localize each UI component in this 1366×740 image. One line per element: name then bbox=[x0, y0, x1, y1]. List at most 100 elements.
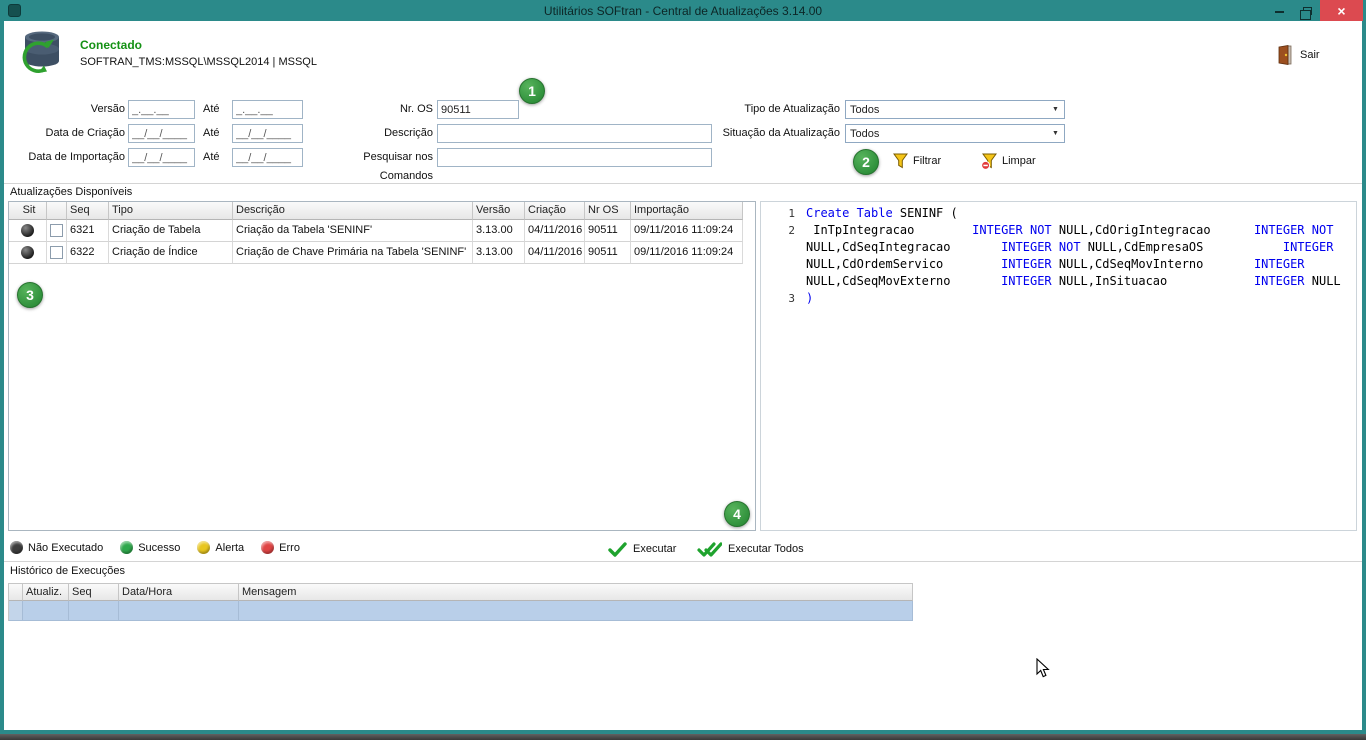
exit-label: Sair bbox=[1300, 49, 1320, 61]
status-cell bbox=[9, 242, 47, 264]
checkbox-cell[interactable] bbox=[47, 242, 67, 264]
update-row[interactable]: 6322Criação de ÍndiceCriação de Chave Pr… bbox=[9, 242, 755, 264]
history-column-header[interactable]: Mensagem bbox=[239, 584, 913, 601]
updates-column-header[interactable]: Seq bbox=[67, 202, 109, 220]
history-column-header[interactable]: Data/Hora bbox=[119, 584, 239, 601]
importacao-cell: 09/11/2016 11:09:24 bbox=[631, 220, 743, 242]
atualiz-cell bbox=[23, 601, 69, 621]
row-checkbox[interactable] bbox=[50, 224, 63, 237]
history-row[interactable] bbox=[9, 601, 913, 621]
minimize-button[interactable] bbox=[1266, 0, 1293, 21]
double-check-icon bbox=[697, 542, 722, 557]
history-column-header[interactable]: Atualiz. bbox=[23, 584, 69, 601]
executar-todos-button[interactable]: Executar Todos bbox=[697, 540, 804, 558]
update-row[interactable]: 6321Criação de TabelaCriação da Tabela '… bbox=[9, 220, 755, 242]
nr-os-label: Nr. OS bbox=[308, 100, 433, 119]
sql-keyword: INTEGER bbox=[1283, 240, 1334, 254]
code-line: NULL,CdOrdemServico INTEGER NULL,CdSeqMo… bbox=[761, 256, 1356, 273]
sql-keyword: INTEGER bbox=[1254, 257, 1305, 271]
descricao-label: Descrição bbox=[308, 124, 433, 143]
close-icon: × bbox=[1337, 3, 1345, 19]
data-hora-cell bbox=[119, 601, 239, 621]
updates-column-header[interactable] bbox=[47, 202, 67, 220]
situacao-atualizacao-select[interactable]: Todos ▼ bbox=[845, 124, 1065, 143]
code-line: 1Create Table SENINF ( bbox=[761, 205, 1356, 222]
annotation-badge-3: 3 bbox=[17, 282, 43, 308]
sql-keyword: INTEGER NOT bbox=[1001, 240, 1080, 254]
data-criacao-label: Data de Criação bbox=[8, 124, 125, 143]
limpar-label: Limpar bbox=[1002, 155, 1036, 167]
versao-ate-input[interactable] bbox=[232, 100, 303, 119]
code-line: NULL,CdSeqMovExterno INTEGER NULL,InSitu… bbox=[761, 273, 1356, 290]
app-window: Utilitários SOFtran - Central de Atualiz… bbox=[0, 0, 1366, 740]
executar-button[interactable]: Executar bbox=[608, 540, 676, 558]
line-number: 3 bbox=[761, 290, 806, 307]
pesquisar-comandos-input[interactable] bbox=[437, 148, 712, 167]
versao-cell: 3.13.00 bbox=[473, 220, 525, 242]
legend-item: Erro bbox=[261, 541, 300, 554]
updates-column-header[interactable]: Tipo bbox=[109, 202, 233, 220]
close-button[interactable]: × bbox=[1320, 0, 1363, 21]
exit-button[interactable]: Sair bbox=[1278, 43, 1320, 67]
updates-column-header[interactable]: Versão bbox=[473, 202, 525, 220]
line-number bbox=[761, 239, 806, 256]
code-text: NULL,CdOrdemServico INTEGER NULL,CdSeqMo… bbox=[806, 256, 1305, 273]
ate-label: Até bbox=[203, 100, 229, 119]
updates-header-row: Sit SeqTipoDescriçãoVersãoCriaçãoNr OSImp… bbox=[9, 202, 755, 220]
data-importacao-ate-input[interactable] bbox=[232, 148, 303, 167]
line-number bbox=[761, 256, 806, 273]
line-number: 1 bbox=[761, 205, 806, 222]
tipo-atualizacao-select[interactable]: Todos ▼ bbox=[845, 100, 1065, 119]
maximize-button[interactable] bbox=[1293, 0, 1320, 21]
sql-keyword: INTEGER NOT bbox=[1254, 223, 1333, 237]
status-cell bbox=[9, 220, 47, 242]
legend-label: Não Executado bbox=[28, 542, 103, 554]
pesquisar-comandos-label: Pesquisar nos Comandos bbox=[308, 148, 433, 167]
sql-keyword: Create Table bbox=[806, 206, 893, 220]
history-selector-header bbox=[9, 584, 23, 601]
updates-column-header[interactable]: Descrição bbox=[233, 202, 473, 220]
legend-status-dot bbox=[120, 541, 133, 554]
tipo-atualizacao-label: Tipo de Atualização bbox=[698, 100, 840, 119]
history-column-header[interactable]: Seq bbox=[69, 584, 119, 601]
restore-icon bbox=[1303, 7, 1312, 15]
legend-label: Erro bbox=[279, 542, 300, 554]
updates-column-header[interactable]: Nr OS bbox=[585, 202, 631, 220]
versao-de-input[interactable] bbox=[128, 100, 195, 119]
code-line: 2 InTpIntegracao INTEGER NOT NULL,CdOrig… bbox=[761, 222, 1356, 239]
versao-cell: 3.13.00 bbox=[473, 242, 525, 264]
filtrar-button[interactable]: Filtrar bbox=[893, 151, 941, 171]
legend-label: Alerta bbox=[215, 542, 244, 554]
data-criacao-de-input[interactable] bbox=[128, 124, 195, 143]
updates-column-header[interactable]: Sit bbox=[9, 202, 47, 220]
criacao-cell: 04/11/2016 bbox=[525, 242, 585, 264]
mouse-cursor bbox=[1036, 658, 1050, 678]
limpar-button[interactable]: Limpar bbox=[981, 151, 1036, 171]
updates-grid: Sit SeqTipoDescriçãoVersãoCriaçãoNr OSImp… bbox=[8, 201, 756, 531]
annotation-badge-4: 4 bbox=[724, 501, 750, 527]
updates-column-header[interactable]: Importação bbox=[631, 202, 743, 220]
data-importacao-de-input[interactable] bbox=[128, 148, 195, 167]
line-number: 2 bbox=[761, 222, 806, 239]
chevron-down-icon: ▼ bbox=[1047, 106, 1064, 113]
sql-keyword: INTEGER bbox=[1001, 257, 1052, 271]
updates-column-header[interactable]: Criação bbox=[525, 202, 585, 220]
data-importacao-label: Data de Importação bbox=[8, 148, 125, 167]
sql-text: NULL,CdOrigIntegracao bbox=[1052, 223, 1254, 237]
sql-code-lines: 1Create Table SENINF (2 InTpIntegracao I… bbox=[761, 205, 1356, 307]
minimize-icon bbox=[1275, 8, 1284, 13]
descricao-input[interactable] bbox=[437, 124, 712, 143]
sql-text: NULL,CdSeqMovInterno bbox=[1052, 257, 1254, 271]
mensagem-cell bbox=[239, 601, 913, 621]
legend-item: Alerta bbox=[197, 541, 244, 554]
data-criacao-ate-input[interactable] bbox=[232, 124, 303, 143]
legend-item: Sucesso bbox=[120, 541, 180, 554]
code-text: ) bbox=[806, 290, 813, 307]
checkbox-cell[interactable] bbox=[47, 220, 67, 242]
filter-clear-icon bbox=[981, 153, 997, 170]
sql-viewer[interactable]: 1Create Table SENINF (2 InTpIntegracao I… bbox=[760, 201, 1357, 531]
sql-keyword: ) bbox=[806, 291, 813, 305]
nr-os-input[interactable] bbox=[437, 100, 519, 119]
sql-text: NULL bbox=[1305, 274, 1341, 288]
row-checkbox[interactable] bbox=[50, 246, 63, 259]
